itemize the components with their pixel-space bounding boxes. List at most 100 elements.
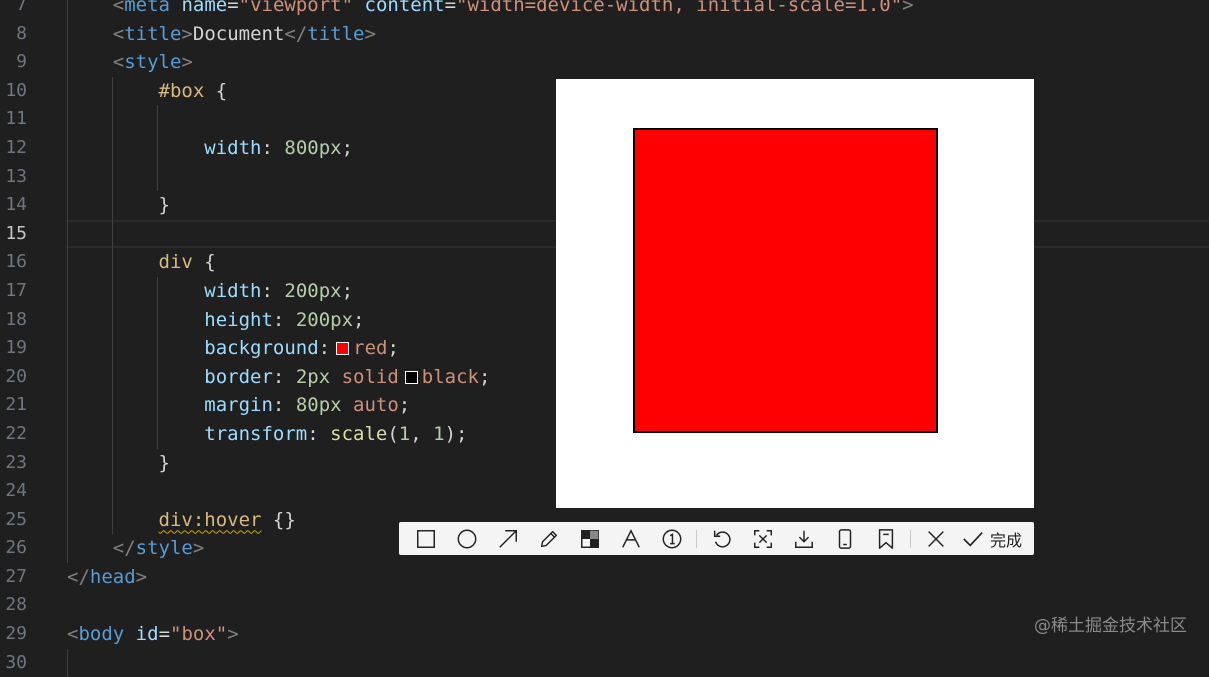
ocr-icon	[753, 529, 772, 548]
code-text: <style>	[67, 48, 193, 77]
code-line[interactable]: 29 <body id="box">	[0, 620, 1209, 649]
cancel-button[interactable]	[915, 522, 956, 555]
download-button[interactable]	[783, 522, 824, 555]
code-text: }	[67, 191, 170, 220]
code-token: height	[204, 308, 273, 331]
bookmark-button[interactable]	[865, 522, 906, 555]
code-token: <	[67, 623, 79, 646]
code-token: {	[192, 251, 216, 274]
code-token: >	[181, 22, 193, 45]
code-token: >	[227, 623, 239, 646]
code-token: style	[124, 51, 182, 74]
code-token: <	[112, 22, 125, 45]
number-tool-button[interactable]	[651, 522, 692, 555]
code-token: "viewport"	[238, 0, 354, 16]
color-swatch-icon[interactable]	[336, 342, 350, 356]
line-number: 9	[16, 51, 27, 73]
color-swatch-icon[interactable]	[404, 370, 418, 384]
indent-guide	[157, 162, 158, 192]
indent-guide	[112, 219, 113, 249]
code-text: width: 800px;	[67, 134, 353, 163]
line-number: 19	[5, 337, 27, 359]
line-number: 24	[5, 480, 27, 502]
done-button[interactable]: 完成	[956, 522, 1028, 555]
line-number: 23	[5, 451, 27, 473]
code-token: <	[112, 51, 125, 74]
checkmark-icon	[963, 531, 983, 547]
indent-guide	[112, 105, 113, 134]
pen-icon	[540, 530, 557, 547]
code-text: </head>	[67, 563, 147, 592]
code-token: {}	[261, 508, 296, 531]
code-token: style	[135, 537, 193, 560]
line-number: 21	[5, 394, 27, 416]
code-token: >	[364, 22, 376, 45]
code-line[interactable]: 27 </head>	[0, 563, 1209, 592]
code-token: (	[387, 422, 399, 445]
text-tool-button[interactable]	[610, 522, 651, 555]
code-token: auto	[353, 394, 399, 417]
code-token: "box"	[170, 623, 228, 646]
code-token: "width=device-width, initial-scale=1.0"	[456, 0, 903, 16]
code-token: =	[227, 0, 239, 16]
line-number: 22	[5, 422, 27, 444]
indent-guide	[67, 105, 68, 134]
undo-button[interactable]	[701, 522, 742, 555]
code-token: border	[204, 365, 273, 388]
line-number: 20	[5, 365, 27, 387]
indent-guide	[157, 105, 158, 134]
code-token: div	[158, 251, 193, 274]
code-token: title	[307, 22, 365, 45]
code-token: 1	[398, 422, 411, 445]
code-token: </	[284, 22, 308, 45]
pin-button[interactable]	[824, 522, 865, 555]
code-line[interactable]: 8 <title>Document</title>	[0, 19, 1209, 49]
cancel-icon	[927, 530, 944, 547]
code-token: body	[78, 623, 125, 646]
arrow-tool-button[interactable]	[487, 522, 528, 555]
code-token: 80px	[295, 394, 342, 417]
indent-guide	[67, 477, 68, 506]
code-text: <body id="box">	[67, 620, 239, 649]
code-token: width	[204, 279, 262, 302]
code-token: meta	[124, 0, 170, 16]
code-token: solid	[341, 365, 399, 388]
code-text: width: 200px;	[67, 277, 353, 306]
code-line[interactable]: 30	[0, 648, 1209, 677]
code-token: name	[181, 0, 228, 16]
code-token: title	[124, 22, 182, 45]
rectangle-tool-button[interactable]	[405, 522, 446, 555]
line-number: 27	[5, 565, 27, 587]
code-token: </	[67, 565, 90, 588]
pen-tool-button[interactable]	[528, 522, 569, 555]
toolbar-divider	[910, 529, 911, 548]
code-text: transform: scale(1, 1);	[67, 420, 467, 449]
code-text: <meta name="viewport" content="width=dev…	[67, 0, 914, 20]
code-line[interactable]: 7 <meta name="viewport" content="width=d…	[0, 0, 1209, 20]
line-number: 11	[5, 108, 27, 130]
page-preview	[556, 79, 1034, 508]
indent-guide	[112, 477, 113, 506]
code-token: 2px	[295, 365, 331, 388]
code-token: ;	[353, 308, 365, 331]
line-number: 16	[5, 251, 27, 273]
line-number: 8	[16, 22, 27, 44]
ellipse-tool-button[interactable]	[446, 522, 487, 555]
line-number: 28	[5, 594, 27, 616]
ocr-button[interactable]	[742, 522, 783, 555]
code-token: black	[421, 365, 479, 388]
code-token: );	[444, 422, 468, 445]
download-icon	[794, 530, 813, 548]
mosaic-icon	[580, 529, 599, 548]
line-number: 30	[5, 651, 27, 673]
line-number: 25	[5, 508, 27, 530]
code-line[interactable]: 9 <style>	[0, 48, 1209, 77]
line-number: 14	[5, 194, 27, 216]
mosaic-tool-button[interactable]	[569, 522, 610, 555]
code-line[interactable]: 28	[0, 591, 1209, 620]
code-token: scale	[330, 422, 388, 445]
code-token: :	[272, 308, 296, 331]
